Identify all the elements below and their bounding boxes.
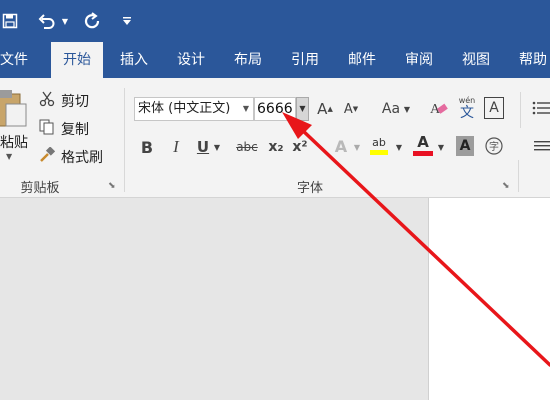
bold-icon[interactable]: B: [139, 136, 155, 158]
font-size-dropdown-icon[interactable]: ▼: [296, 97, 309, 121]
tab-insert[interactable]: 插入: [112, 42, 156, 78]
cut-label[interactable]: 剪切: [61, 91, 89, 111]
copy-label[interactable]: 复制: [61, 119, 89, 139]
subscript-icon[interactable]: x₂: [266, 136, 286, 158]
shrink-font-icon[interactable]: A ▼: [342, 97, 360, 121]
phonetic-guide-icon[interactable]: wén 文: [456, 94, 478, 122]
tab-layout[interactable]: 布局: [226, 42, 270, 78]
tab-references[interactable]: 引用: [283, 42, 327, 78]
paste-dropdown-icon[interactable]: ▼: [6, 152, 12, 161]
tab-file[interactable]: 文件: [0, 42, 28, 78]
tab-design[interactable]: 设计: [169, 42, 213, 78]
align-icon[interactable]: [532, 136, 550, 156]
bullets-icon[interactable]: [532, 97, 550, 119]
clear-formatting-icon[interactable]: A: [428, 96, 450, 120]
svg-text:字: 字: [489, 140, 499, 153]
tab-review[interactable]: 审阅: [397, 42, 441, 78]
tab-mailings[interactable]: 邮件: [340, 42, 384, 78]
underline-dropdown-icon[interactable]: ▼: [212, 136, 222, 158]
font-group-label: 字体: [296, 181, 323, 196]
save-icon[interactable]: [0, 0, 20, 42]
tab-home[interactable]: 开始: [51, 42, 103, 78]
clipboard-launcher-icon[interactable]: ⬊: [108, 181, 118, 191]
grow-font-icon[interactable]: A ▲: [316, 97, 334, 121]
strikethrough-icon[interactable]: abc: [234, 136, 260, 158]
cut-icon[interactable]: [38, 90, 56, 108]
format-painter-label[interactable]: 格式刷: [61, 147, 103, 167]
text-effects-dropdown-icon[interactable]: ▼: [352, 136, 362, 158]
superscript-icon[interactable]: x²: [292, 136, 308, 158]
font-size-input[interactable]: 6666: [254, 97, 296, 121]
paste-icon[interactable]: [0, 88, 28, 128]
format-painter-icon[interactable]: [38, 146, 56, 164]
underline-icon[interactable]: U: [195, 136, 211, 158]
enclose-characters-icon[interactable]: 字: [484, 136, 504, 156]
italic-icon[interactable]: I: [168, 136, 184, 158]
character-shading-icon[interactable]: A: [456, 136, 474, 156]
paste-label[interactable]: 粘贴: [0, 132, 28, 152]
font-name-dropdown-icon[interactable]: ▼: [240, 97, 252, 121]
font-color-dropdown-icon[interactable]: ▼: [436, 136, 446, 158]
group-separator: [520, 92, 521, 128]
copy-icon[interactable]: [38, 118, 56, 136]
change-case-dropdown-icon[interactable]: ▼: [402, 97, 412, 121]
highlight-icon[interactable]: ab: [368, 132, 390, 158]
font-name-input[interactable]: 宋体 (中文正文): [134, 97, 254, 121]
change-case-icon[interactable]: Aa: [378, 97, 404, 121]
text-effects-icon[interactable]: A: [332, 135, 350, 157]
undo-dropdown-icon[interactable]: ▼: [58, 0, 72, 42]
redo-icon[interactable]: [80, 0, 104, 42]
font-color-icon[interactable]: A: [412, 132, 434, 158]
tab-view[interactable]: 视图: [454, 42, 498, 78]
clipboard-group-label: 剪贴板: [20, 181, 60, 196]
font-launcher-icon[interactable]: ⬊: [502, 181, 512, 191]
highlight-dropdown-icon[interactable]: ▼: [394, 136, 404, 158]
group-separator: [124, 88, 125, 192]
undo-icon[interactable]: [36, 0, 58, 42]
document-page[interactable]: [428, 198, 550, 400]
customize-toolbar-icon[interactable]: [120, 0, 134, 42]
tab-help[interactable]: 帮助: [511, 42, 550, 78]
group-separator: [518, 160, 519, 192]
character-border-icon[interactable]: A: [484, 97, 504, 119]
